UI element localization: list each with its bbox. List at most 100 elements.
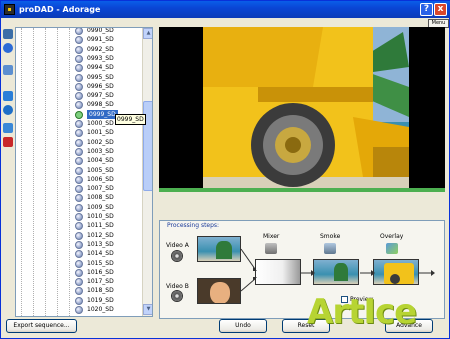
- video-preview: [159, 27, 445, 188]
- tree-item[interactable]: 1012_SD: [61, 231, 146, 240]
- tree-item-label: 1002_SD: [87, 138, 114, 146]
- effect-icon: [75, 222, 83, 231]
- watermark-logo: ArtIce: [307, 292, 417, 332]
- tree-item-label: 1006_SD: [87, 175, 114, 183]
- tree-item[interactable]: 1003_SD: [61, 147, 146, 156]
- scroll-up-icon[interactable]: ▲: [143, 28, 152, 39]
- tree-item-label: 1016_SD: [87, 268, 114, 276]
- effect-icon: [75, 28, 83, 35]
- video-b-reel-icon: [171, 290, 183, 302]
- tree-item[interactable]: 1007_SD: [61, 184, 146, 194]
- effect-icon: [75, 240, 83, 249]
- tree-item[interactable]: 0994_SD: [61, 63, 146, 73]
- tree-item[interactable]: 0991_SD: [61, 35, 146, 45]
- effect-icon: [75, 194, 83, 203]
- tree-item-label: 1014_SD: [87, 250, 114, 258]
- tree-item-label: 1008_SD: [87, 194, 114, 202]
- progress-fill: [159, 188, 445, 192]
- tree-item-label: 1005_SD: [87, 166, 114, 174]
- tree-item[interactable]: 0996_SD: [61, 82, 146, 91]
- tree-item[interactable]: 1005_SD: [61, 166, 146, 175]
- tree-item[interactable]: 0997_SD: [61, 91, 146, 101]
- tree-item-label: 0996_SD: [87, 82, 114, 90]
- tree-item-label: 1001_SD: [87, 129, 114, 137]
- tree-item[interactable]: 1017_SD: [61, 277, 146, 287]
- tree-item-label: 1019_SD: [87, 296, 114, 304]
- tree-item-label: 1015_SD: [87, 259, 114, 267]
- film-icon[interactable]: [3, 29, 13, 39]
- app-window: ▪ proDAD - Adorage ? x Menu 0990_SD 0991_…: [0, 0, 450, 339]
- effect-icon: [75, 147, 83, 156]
- tree-item[interactable]: 1010_SD: [61, 212, 146, 221]
- wand-icon[interactable]: [3, 91, 13, 101]
- tree-item[interactable]: 1020_SD: [61, 305, 146, 314]
- effect-icon: [75, 213, 83, 221]
- tree-item[interactable]: 1015_SD: [61, 259, 146, 268]
- effect-tree[interactable]: 0990_SD 0991_SD 0992_SD 0993_SD 0994_SD 0995_…: [15, 27, 153, 317]
- export-sequence-button[interactable]: Export sequence...: [6, 319, 77, 333]
- tree-item-label: 0995_SD: [87, 73, 114, 81]
- tree-item[interactable]: 0990_SD: [61, 28, 146, 35]
- tree-item-label: 0994_SD: [87, 64, 114, 72]
- tree-item[interactable]: 1004_SD: [61, 156, 146, 166]
- preview-image: [203, 27, 409, 188]
- effect-icon: [75, 54, 83, 63]
- tree-item[interactable]: 1016_SD: [61, 268, 146, 277]
- help-icon[interactable]: [3, 43, 13, 53]
- effect-icon: [75, 306, 83, 314]
- effect-icon: [75, 45, 83, 54]
- effect-icon: [75, 203, 83, 212]
- preview-progress[interactable]: [159, 188, 445, 192]
- tree-item[interactable]: 0995_SD: [61, 73, 146, 82]
- tree-item-label: 0992_SD: [87, 45, 114, 53]
- window-title: proDAD - Adorage: [19, 5, 101, 14]
- processing-steps-title: Processing steps:: [166, 222, 221, 229]
- title-bar[interactable]: ▪ proDAD - Adorage ? x: [1, 1, 450, 18]
- layers-icon[interactable]: [3, 123, 13, 133]
- effect-icon: [75, 64, 83, 73]
- tree-item-label: 1003_SD: [87, 147, 114, 155]
- tree-item[interactable]: 1013_SD: [61, 240, 146, 249]
- tree-item[interactable]: 1014_SD: [61, 249, 146, 259]
- tree-item-label: 1009_SD: [87, 203, 114, 211]
- effect-icon: [75, 278, 83, 287]
- tag-icon[interactable]: [3, 65, 13, 75]
- app-icon: ▪: [4, 4, 15, 15]
- tree-scrollbar[interactable]: ▲ ▼: [142, 28, 152, 316]
- effect-icon: [75, 268, 83, 277]
- tree-item[interactable]: 1008_SD: [61, 193, 146, 203]
- tree-item[interactable]: 1002_SD: [61, 138, 146, 147]
- tree-item[interactable]: 0993_SD: [61, 54, 146, 63]
- tree-item[interactable]: 1006_SD: [61, 175, 146, 184]
- effect-icon: [75, 231, 83, 240]
- tree-item[interactable]: 1018_SD: [61, 286, 146, 296]
- tree-item[interactable]: 0992_SD: [61, 45, 146, 54]
- help-button[interactable]: ?: [420, 3, 433, 16]
- effect-icon: [75, 92, 83, 101]
- disc-icon[interactable]: [3, 105, 13, 115]
- tree-item[interactable]: 1019_SD: [61, 296, 146, 305]
- effect-icon: [75, 259, 83, 268]
- effect-icon: [75, 157, 83, 166]
- tool-strip: [2, 27, 14, 157]
- tree-item-label: 1007_SD: [87, 185, 114, 193]
- tree-guide: [45, 28, 46, 316]
- tree-item-label: 1020_SD: [87, 306, 114, 313]
- tree-item-label: 1000_SD: [87, 120, 114, 127]
- tooltip: 0999_SD: [115, 114, 146, 125]
- tree-item-label: 1018_SD: [87, 287, 114, 295]
- tree-item-label: 0993_SD: [87, 54, 114, 62]
- tree-item-label: 0999_SD: [87, 109, 118, 119]
- tree-item-label: 1004_SD: [87, 157, 114, 165]
- bug-icon[interactable]: [3, 137, 13, 147]
- tree-item[interactable]: 1001_SD: [61, 128, 146, 138]
- tree-item[interactable]: 1009_SD: [61, 203, 146, 212]
- scroll-down-icon[interactable]: ▼: [143, 304, 152, 315]
- effect-icon: [75, 129, 83, 138]
- close-button[interactable]: x: [434, 3, 447, 16]
- tree-item[interactable]: 0998_SD: [61, 100, 146, 110]
- tree-item-label: 1011_SD: [87, 222, 114, 230]
- effect-icon: [75, 82, 83, 91]
- tree-item[interactable]: 1011_SD: [61, 221, 146, 231]
- undo-button[interactable]: Undo: [219, 319, 267, 333]
